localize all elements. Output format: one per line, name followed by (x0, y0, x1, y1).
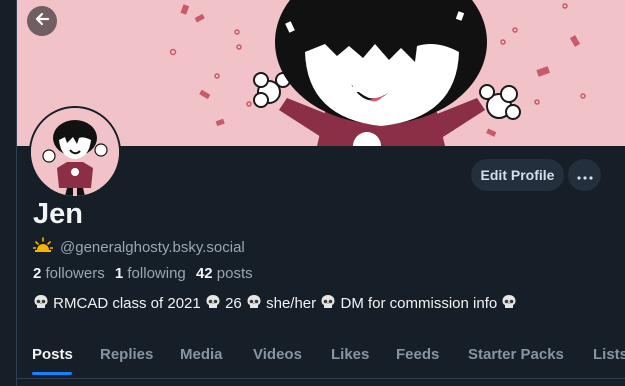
skull-icon (205, 294, 221, 314)
followers-link[interactable]: 2 followers (33, 265, 105, 282)
skull-icon (320, 294, 336, 314)
display-name: Jen (33, 198, 83, 230)
more-icon (576, 167, 593, 183)
handle-row: @generalghosty.bsky.social (32, 237, 245, 257)
profile-stats: 2 followers 1 following 42 posts (33, 265, 253, 282)
back-arrow-icon (34, 11, 50, 32)
posts-count: 42 posts (195, 265, 253, 282)
tab-likes[interactable]: Likes (331, 346, 369, 363)
edit-profile-button[interactable]: Edit Profile (471, 159, 564, 191)
tab-replies[interactable]: Replies (100, 346, 153, 363)
profile-panel: Edit Profile Jen @generalghosty.bsky.soc… (16, 0, 625, 386)
tab-starter-packs[interactable]: Starter Packs (468, 346, 564, 363)
avatar[interactable] (29, 106, 121, 198)
handle[interactable]: @generalghosty.bsky.social (60, 239, 245, 256)
back-button[interactable] (27, 6, 57, 36)
tab-videos[interactable]: Videos (253, 346, 302, 363)
tab-posts[interactable]: Posts (32, 346, 73, 363)
profile-tabs: Posts Replies Media Videos Likes Feeds S… (17, 332, 625, 379)
tab-lists[interactable]: Lists (593, 346, 625, 363)
sun-icon (32, 237, 54, 257)
skull-icon (33, 294, 49, 314)
skull-icon (246, 294, 262, 314)
following-link[interactable]: 1 following (115, 265, 186, 282)
tab-media[interactable]: Media (180, 346, 223, 363)
profile-bio: RMCAD class of 2021 26 she/her DM for co… (33, 294, 517, 314)
tab-feeds[interactable]: Feeds (396, 346, 439, 363)
left-gutter (0, 0, 16, 386)
skull-icon (501, 294, 517, 314)
avatar-illustration (31, 108, 119, 196)
active-tab-indicator (32, 372, 72, 375)
more-options-button[interactable] (568, 159, 601, 191)
